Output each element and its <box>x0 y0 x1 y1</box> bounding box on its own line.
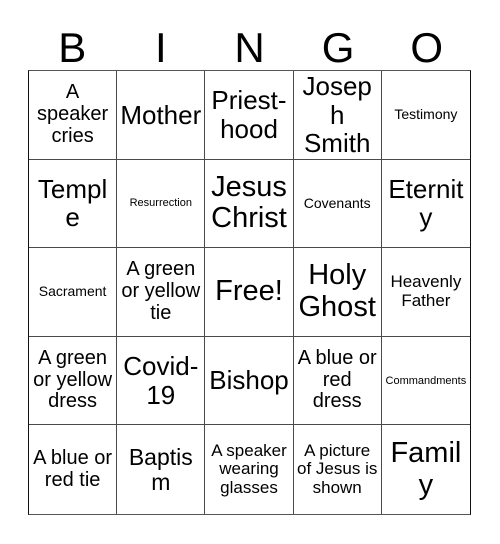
bingo-cell[interactable]: Heavenly Father <box>381 248 470 337</box>
bingo-cell[interactable]: Eternity <box>381 159 470 249</box>
bingo-cell[interactable]: Temple <box>29 159 118 249</box>
bingo-cell-label: Heavenly Father <box>390 272 462 310</box>
bingo-cell-label: A green or yellow tie <box>121 258 201 324</box>
bingo-cell[interactable]: A speaker wearing glasses <box>205 425 294 514</box>
bingo-cell[interactable]: Covenants <box>293 159 382 249</box>
bingo-cell[interactable]: A blue or red dress <box>293 336 382 426</box>
bingo-cell[interactable]: Resurrection <box>117 159 206 249</box>
bingo-header-letter-n: N <box>234 24 265 71</box>
bingo-cell[interactable]: Mother <box>117 71 206 160</box>
bingo-cell[interactable]: Testimony <box>381 71 470 160</box>
bingo-cell-label: Resurrection <box>129 197 192 210</box>
bingo-cell-label: Bishop <box>209 365 289 396</box>
bingo-cell[interactable]: Joseph Smith <box>293 71 382 160</box>
bingo-header: B I N G O <box>28 14 471 70</box>
bingo-cell-label: Family <box>390 437 462 501</box>
bingo-cell[interactable]: A green or yellow dress <box>29 336 118 426</box>
bingo-header-letter-g: G <box>321 24 355 71</box>
bingo-cell-label: Priest-hood <box>211 85 287 144</box>
bingo-free-space[interactable]: Free! <box>205 248 294 337</box>
bingo-cell-label: Free! <box>215 275 283 308</box>
bingo-cell-label: Sacrament <box>38 283 107 300</box>
bingo-cell[interactable]: Family <box>381 425 470 514</box>
bingo-cell-label: A speaker cries <box>37 81 109 147</box>
bingo-cell[interactable]: Baptism <box>117 425 206 514</box>
bingo-cell-label: Temple <box>37 174 108 233</box>
bingo-cell[interactable]: A blue or red tie <box>29 425 118 514</box>
bingo-cell[interactable]: Sacrament <box>29 248 118 337</box>
bingo-card: B I N G O A speaker cries Mother Priest-… <box>0 0 500 544</box>
bingo-cell[interactable]: Jesus Christ <box>205 159 294 249</box>
bingo-cell-label: A blue or red tie <box>33 446 113 491</box>
bingo-cell[interactable]: A green or yellow tie <box>117 248 206 337</box>
bingo-grid: A speaker cries Mother Priest-hood Josep… <box>28 70 471 515</box>
bingo-header-letter-i: I <box>155 24 167 71</box>
bingo-cell[interactable]: Bishop <box>205 336 294 426</box>
bingo-cell[interactable]: A speaker cries <box>29 71 118 160</box>
bingo-cell-label: Joseph Smith <box>302 71 372 158</box>
bingo-cell-label: Covid-19 <box>123 351 199 410</box>
bingo-cell-label: A picture of Jesus is shown <box>297 440 378 497</box>
bingo-cell-label: Covenants <box>303 194 371 211</box>
bingo-cell[interactable]: Priest-hood <box>205 71 294 160</box>
bingo-cell[interactable]: Covid-19 <box>117 336 206 426</box>
bingo-cell-label: Holy Ghost <box>298 259 376 323</box>
bingo-cell-label: A blue or red dress <box>297 346 377 413</box>
bingo-header-letter-o: O <box>410 24 443 71</box>
bingo-cell[interactable]: Holy Ghost <box>293 248 382 337</box>
bingo-cell-label: A green or yellow dress <box>33 346 113 413</box>
bingo-cell[interactable]: A picture of Jesus is shown <box>293 425 382 514</box>
bingo-cell-label: Eternity <box>388 174 464 233</box>
bingo-cell-label: Jesus Christ <box>211 170 287 235</box>
bingo-cell-label: Testimony <box>394 106 458 123</box>
bingo-cell-label: Mother <box>120 99 202 130</box>
bingo-cell-label: Baptism <box>128 443 193 495</box>
bingo-cell-label: A speaker wearing glasses <box>211 440 287 497</box>
bingo-cell[interactable]: Commandments <box>381 336 470 426</box>
bingo-cell-label: Commandments <box>385 374 467 387</box>
bingo-header-letter-b: B <box>58 24 87 71</box>
